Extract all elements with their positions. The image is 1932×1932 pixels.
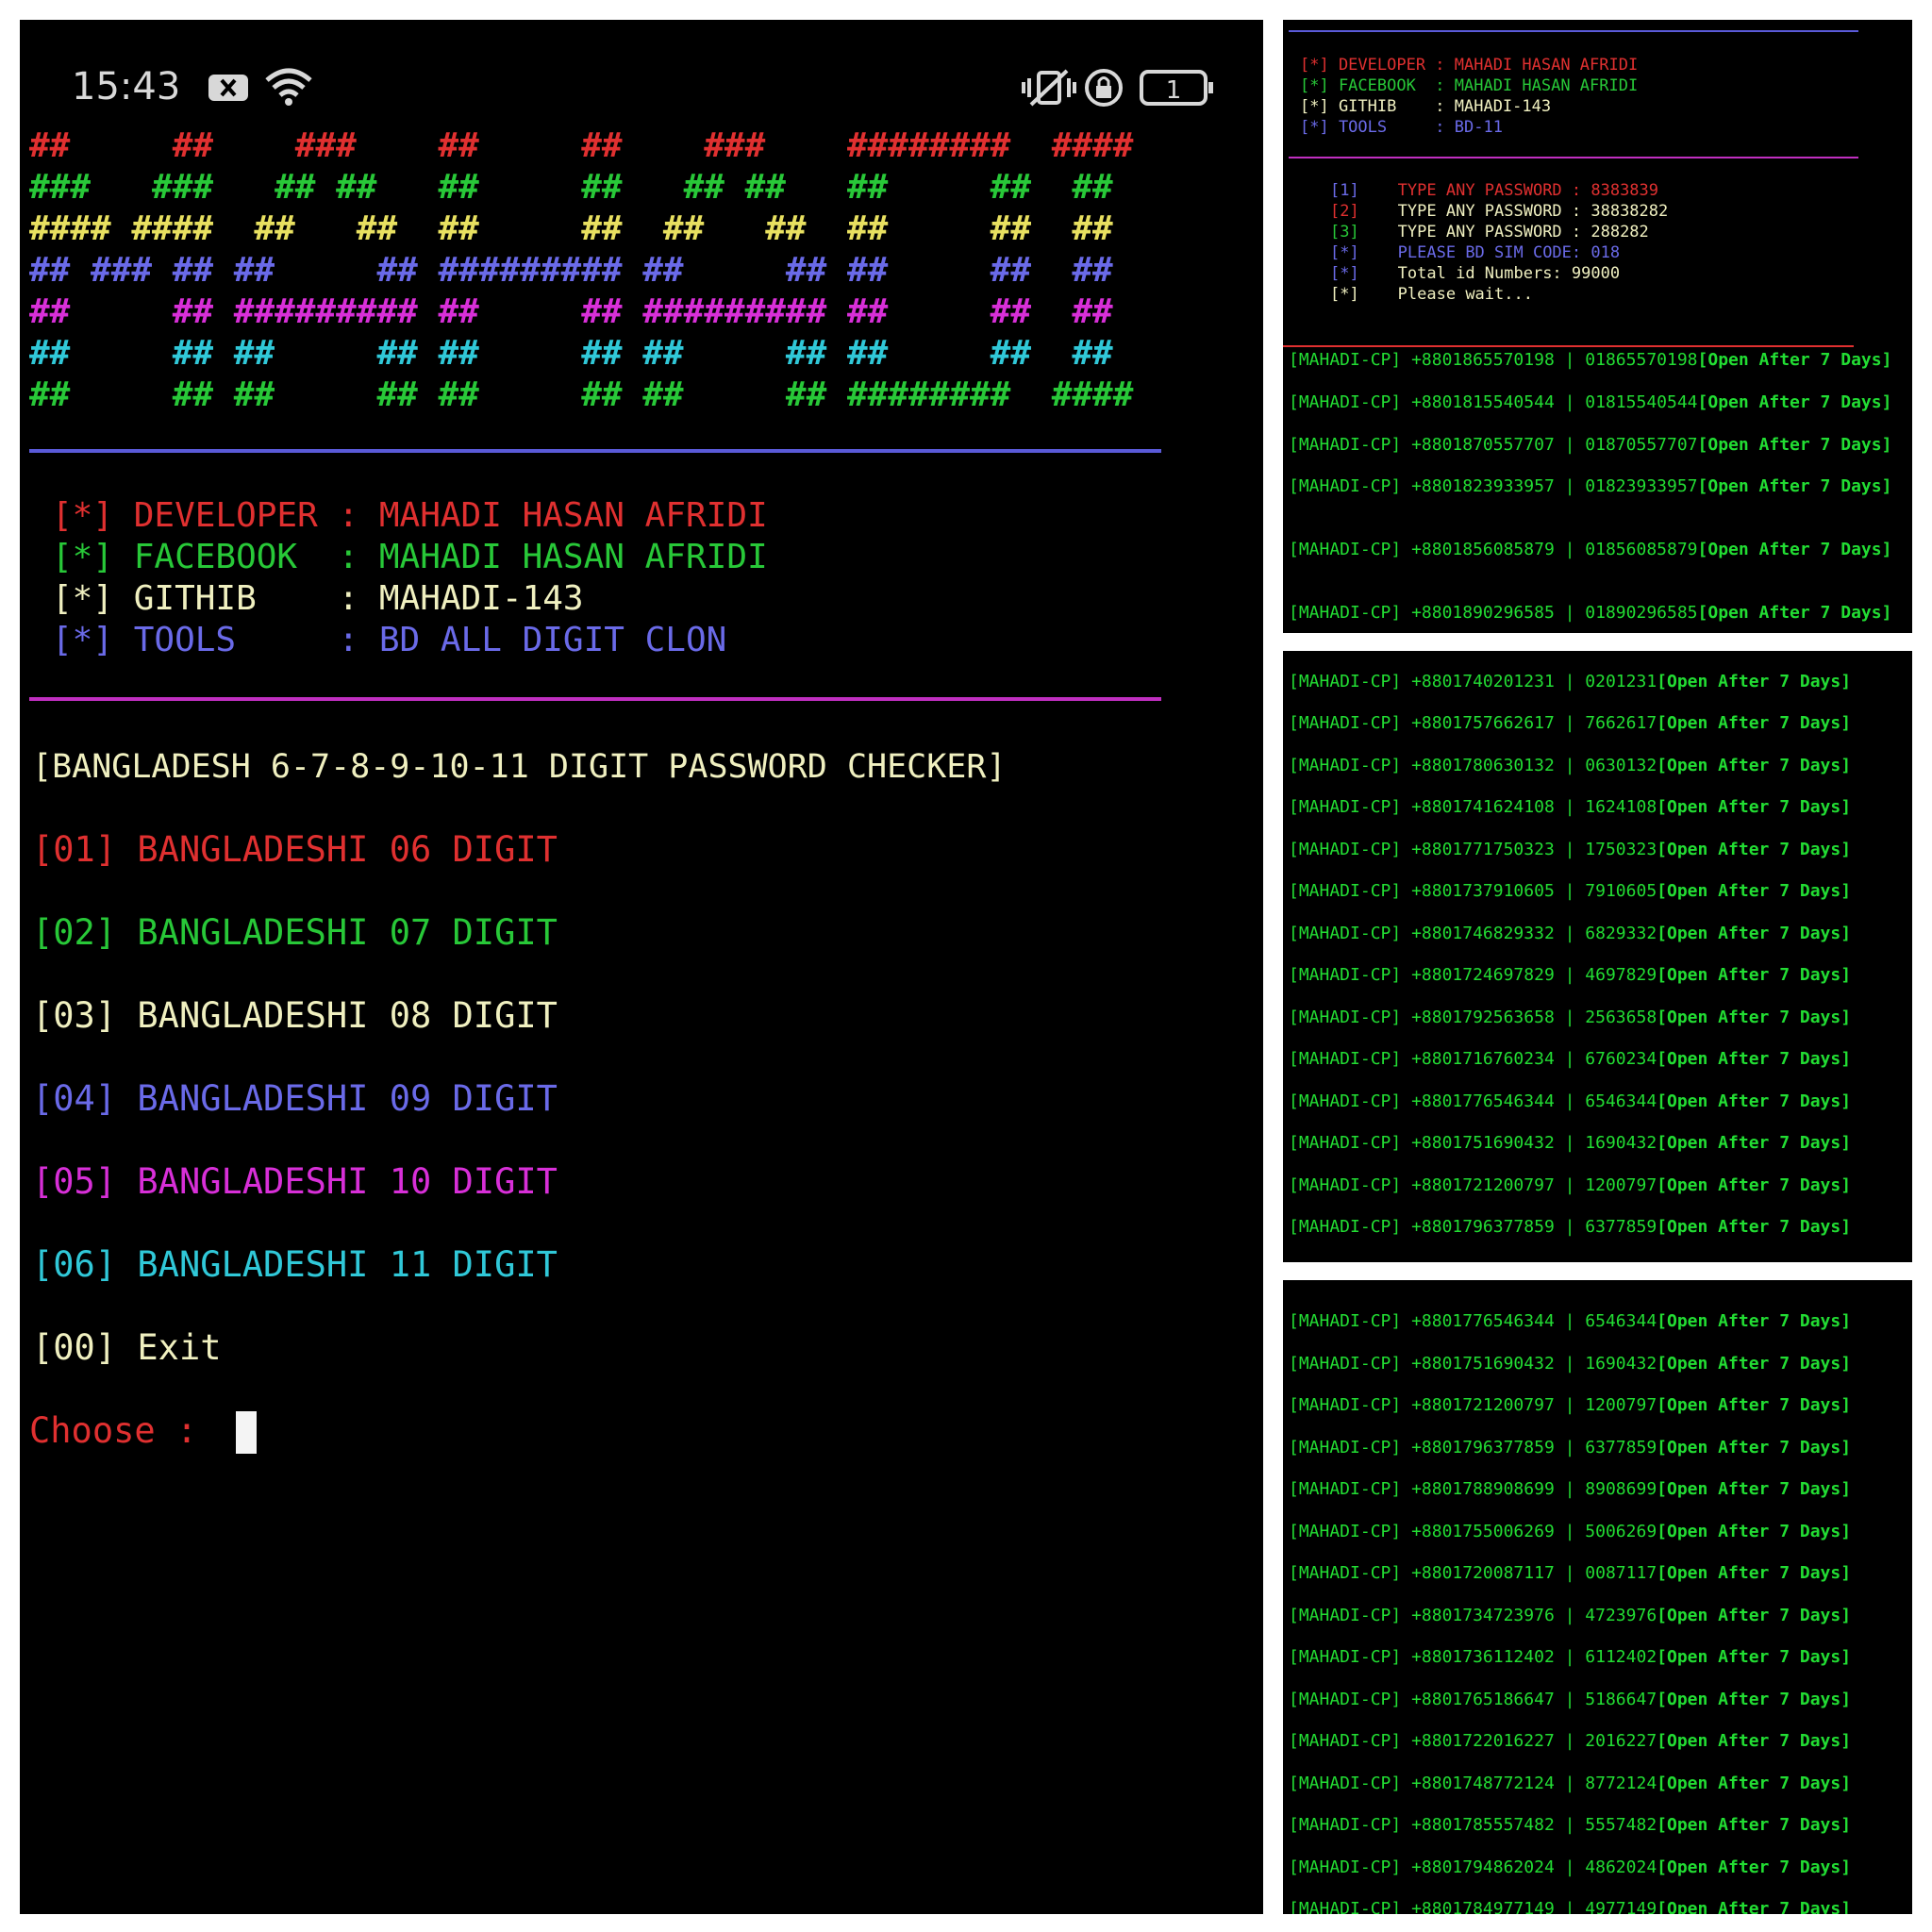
log-row: [MAHADI-CP] +8801746829332 | 6829332[Ope… — [1289, 924, 1852, 943]
log-row: [MAHADI-CP] +8801716760234 | 6760234[Ope… — [1289, 1049, 1852, 1069]
menu-item-01[interactable]: [01] BANGLADESHI 06 DIGIT — [32, 829, 558, 870]
banner-line: ## ### ## ## ## ######### ## ## ## ## ## — [29, 251, 1113, 290]
log-row: [MAHADI-CP] +8801776546344 | 6546344[Ope… — [1289, 1091, 1852, 1111]
log-row: [MAHADI-CP] +8801748772124 | 8772124[Ope… — [1289, 1774, 1852, 1793]
menu-item-04[interactable]: [04] BANGLADESHI 09 DIGIT — [32, 1078, 558, 1119]
log-row: [MAHADI-CP] +8801890296585 | 01890296585… — [1289, 603, 1892, 623]
rp-option: [*] Please wait... — [1330, 285, 1533, 304]
menu-item-02[interactable]: [02] BANGLADESHI 07 DIGIT — [32, 912, 558, 953]
log-row: [MAHADI-CP] +8801815540544 | 01815540544… — [1289, 392, 1892, 412]
log-row: [MAHADI-CP] +8801870557707 | 01870557707… — [1289, 435, 1892, 455]
rp-info-github: [*] GITHIB : MAHADI-143 — [1300, 97, 1552, 116]
log-row: [MAHADI-CP] +8801757662617 | 7662617[Ope… — [1289, 713, 1852, 733]
output-panel-middle: [MAHADI-CP] +8801740201231 | 0201231[Ope… — [1283, 651, 1912, 1262]
banner-line: ## ## ## ## ## ## ## ## ######## #### — [29, 375, 1134, 414]
close-box-icon — [208, 75, 248, 101]
rp-info-tools: [*] TOOLS : BD-11 — [1300, 118, 1503, 137]
banner-line: ## ## ### ## ## ### ######## #### — [29, 126, 1134, 165]
rp-option: [*] PLEASE BD SIM CODE: 018 — [1330, 243, 1621, 262]
output-panel-bottom: [MAHADI-CP] +8801776546344 | 6546344[Ope… — [1283, 1280, 1912, 1914]
rp-option: [1] TYPE ANY PASSWORD : 8383839 — [1330, 181, 1659, 200]
battery-icon: 1 — [1140, 70, 1213, 106]
log-row: [MAHADI-CP] +8801751690432 | 1690432[Ope… — [1289, 1133, 1852, 1153]
log-row: [MAHADI-CP] +8801740201231 | 0201231[Ope… — [1289, 672, 1852, 691]
divider — [1289, 30, 1858, 32]
log-row: [MAHADI-CP] +8801865570198 | 01865570198… — [1289, 350, 1892, 370]
rp-option: [3] TYPE ANY PASSWORD : 288282 — [1330, 223, 1649, 242]
ascii-banner: ## ## ### ## ## ### ######## #### ### ##… — [29, 125, 1133, 416]
vibrate-icon — [1022, 69, 1076, 107]
log-row: [MAHADI-CP] +8801765186647 | 5186647[Ope… — [1289, 1690, 1852, 1709]
input-cursor[interactable] — [236, 1411, 257, 1454]
divider — [1283, 345, 1854, 347]
page-title: [BANGLADESH 6-7-8-9-10-11 DIGIT PASSWORD… — [32, 748, 1007, 786]
log-row: [MAHADI-CP] +8801737910605 | 7910605[Ope… — [1289, 881, 1852, 901]
log-row: [MAHADI-CP] +8801751690432 | 1690432[Ope… — [1289, 1354, 1852, 1374]
wifi-icon — [265, 68, 312, 106]
choose-prompt: Choose : — [29, 1410, 198, 1451]
info-facebook: [*] FACEBOOK : MAHADI HASAN AFRIDI — [52, 538, 768, 576]
rp-option: [2] TYPE ANY PASSWORD : 38838282 — [1330, 202, 1669, 221]
divider — [29, 449, 1161, 453]
divider — [1289, 157, 1858, 158]
banner-line: ## ## ######### ## ## ######### ## ## ## — [29, 292, 1113, 331]
rp-info-facebook: [*] FACEBOOK : MAHADI HASAN AFRIDI — [1300, 76, 1639, 95]
log-row: [MAHADI-CP] +8801785557482 | 5557482[Ope… — [1289, 1815, 1852, 1835]
log-row: [MAHADI-CP] +8801734723976 | 4723976[Ope… — [1289, 1606, 1852, 1625]
log-row: [MAHADI-CP] +8801776546344 | 6546344[Ope… — [1289, 1311, 1852, 1331]
log-row: [MAHADI-CP] +8801780630132 | 0630132[Ope… — [1289, 756, 1852, 775]
status-time: 15:43 — [72, 65, 181, 108]
rp-info-developer: [*] DEVELOPER : MAHADI HASAN AFRIDI — [1300, 56, 1639, 75]
log-row: [MAHADI-CP] +8801792563658 | 2563658[Ope… — [1289, 1008, 1852, 1027]
log-row: [MAHADI-CP] +8801724697829 | 4697829[Ope… — [1289, 965, 1852, 985]
log-row: [MAHADI-CP] +8801788908699 | 8908699[Ope… — [1289, 1479, 1852, 1499]
log-row: [MAHADI-CP] +8801771750323 | 1750323[Ope… — [1289, 840, 1852, 859]
log-row: [MAHADI-CP] +8801796377859 | 6377859[Ope… — [1289, 1438, 1852, 1457]
log-row: [MAHADI-CP] +8801794862024 | 4862024[Ope… — [1289, 1857, 1852, 1877]
menu-item-05[interactable]: [05] BANGLADESHI 10 DIGIT — [32, 1161, 558, 1202]
banner-line: #### #### ## ## ## ## ## ## ## ## ## — [29, 209, 1113, 248]
rotation-lock-icon — [1085, 69, 1123, 107]
log-row: [MAHADI-CP] +8801741624108 | 1624108[Ope… — [1289, 797, 1852, 817]
info-github: [*] GITHIB : MAHADI-143 — [52, 579, 584, 618]
log-row: [MAHADI-CP] +8801823933957 | 01823933957… — [1289, 476, 1892, 496]
log-row: [MAHADI-CP] +8801721200797 | 1200797[Ope… — [1289, 1175, 1852, 1195]
menu-item-exit[interactable]: [00] Exit — [32, 1327, 222, 1368]
log-row: [MAHADI-CP] +8801784977149 | 4977149[Ope… — [1289, 1899, 1852, 1914]
log-row: [MAHADI-CP] +8801755006269 | 5006269[Ope… — [1289, 1522, 1852, 1541]
info-developer: [*] DEVELOPER : MAHADI HASAN AFRIDI — [52, 496, 768, 535]
terminal-screen: 15:43 1 ## ## ### ## ## ### ######## ###… — [20, 20, 1263, 1914]
banner-line: ## ## ## ## ## ## ## ## ## ## ## — [29, 334, 1113, 373]
log-row: [MAHADI-CP] +8801720087117 | 0087117[Ope… — [1289, 1563, 1852, 1583]
output-panel-top: [*] DEVELOPER : MAHADI HASAN AFRIDI [*] … — [1283, 20, 1912, 633]
log-row: [MAHADI-CP] +8801856085879 | 01856085879… — [1289, 540, 1892, 559]
divider — [29, 697, 1161, 701]
rp-option: [*] Total id Numbers: 99000 — [1330, 264, 1621, 283]
log-row: [MAHADI-CP] +8801796377859 | 6377859[Ope… — [1289, 1217, 1852, 1237]
banner-line: ### ### ## ## ## ## ## ## ## ## ## — [29, 168, 1113, 207]
log-row: [MAHADI-CP] +8801721200797 | 1200797[Ope… — [1289, 1395, 1852, 1415]
log-row: [MAHADI-CP] +8801736112402 | 6112402[Ope… — [1289, 1647, 1852, 1667]
menu-item-06[interactable]: [06] BANGLADESHI 11 DIGIT — [32, 1244, 558, 1285]
battery-level: 1 — [1166, 76, 1182, 105]
info-tools: [*] TOOLS : BD ALL DIGIT CLON — [52, 621, 727, 659]
log-row: [MAHADI-CP] +8801722016227 | 2016227[Ope… — [1289, 1731, 1852, 1751]
menu-item-03[interactable]: [03] BANGLADESHI 08 DIGIT — [32, 995, 558, 1036]
